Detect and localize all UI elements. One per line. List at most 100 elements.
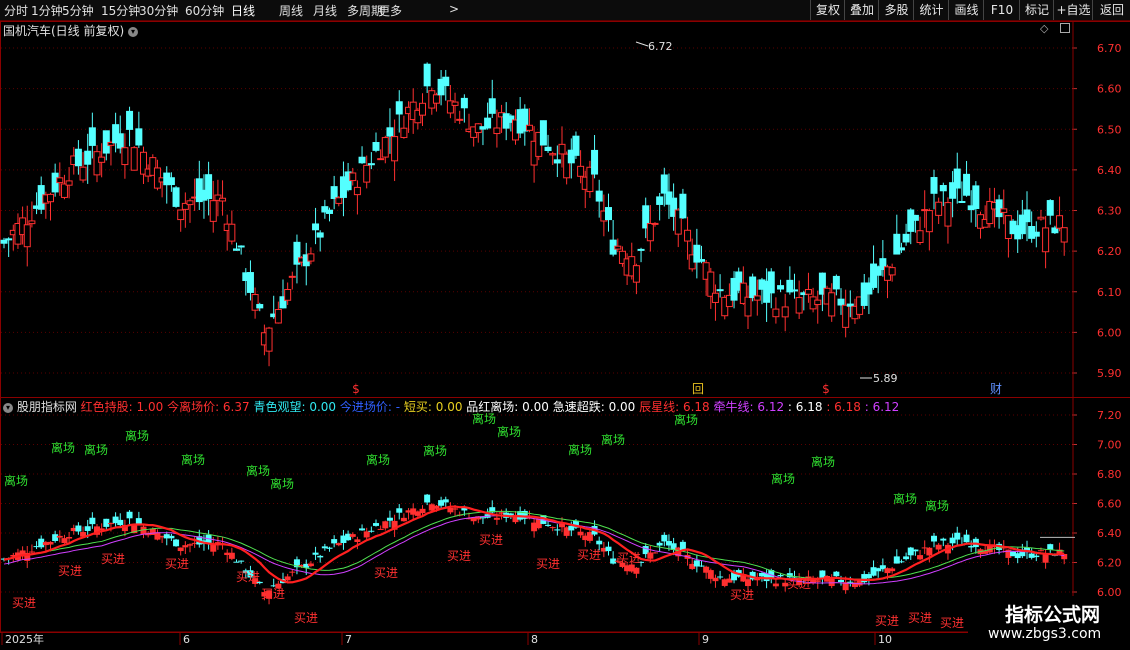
indicator-tick-label: 7.00 bbox=[1097, 439, 1122, 452]
sell-signal-label: 离场 bbox=[270, 476, 294, 491]
ind-candle-body bbox=[126, 511, 133, 519]
ind-candle-body bbox=[233, 561, 240, 563]
candle-body bbox=[679, 193, 687, 219]
buy-signal-label: 买进 bbox=[261, 587, 285, 601]
price-tick-label: 6.70 bbox=[1097, 42, 1122, 55]
candle-body bbox=[358, 156, 366, 164]
ind-candle-body bbox=[89, 517, 96, 525]
candle-body bbox=[209, 200, 217, 222]
candle-body bbox=[781, 306, 789, 318]
candle-body bbox=[256, 304, 264, 309]
candle-body bbox=[74, 148, 82, 167]
candle-body bbox=[791, 289, 798, 292]
candle-body bbox=[925, 210, 933, 233]
candle-body bbox=[442, 76, 450, 87]
ind-candle-body bbox=[363, 531, 370, 538]
sell-signal-label: 离场 bbox=[423, 443, 447, 458]
candle-body bbox=[5, 238, 13, 241]
candle-body bbox=[795, 297, 803, 314]
candle-body bbox=[591, 149, 599, 175]
sell-signal-label: 离场 bbox=[497, 424, 521, 439]
candle-body bbox=[47, 193, 54, 203]
ind-candle-body bbox=[903, 556, 910, 560]
candle-body bbox=[353, 186, 361, 196]
candle-body bbox=[814, 299, 822, 306]
ind-candle-body bbox=[833, 571, 840, 577]
buy-signal-label: 买进 bbox=[374, 566, 398, 580]
watermark: 指标公式网 www.zbgs3.com bbox=[968, 596, 1130, 650]
ind-candle-body bbox=[289, 571, 296, 573]
candle-body bbox=[553, 159, 561, 164]
candle-body bbox=[711, 292, 719, 303]
candle-body bbox=[186, 200, 194, 206]
ind-candle-body bbox=[382, 521, 389, 529]
candle-body bbox=[744, 296, 752, 317]
ind-candle-body bbox=[931, 535, 937, 542]
sell-signal-label: 离场 bbox=[674, 412, 698, 427]
ind-candle-body bbox=[84, 526, 91, 531]
candle-body bbox=[549, 153, 557, 156]
price-tick-label: 5.90 bbox=[1097, 367, 1122, 380]
ind-candle-body bbox=[912, 549, 919, 552]
ind-candle-body bbox=[814, 580, 821, 582]
candle-body bbox=[804, 289, 812, 295]
ind-candle-body bbox=[354, 539, 361, 542]
price-tick-label: 6.60 bbox=[1097, 83, 1122, 96]
candle-body bbox=[753, 295, 761, 301]
ind-candle-body bbox=[596, 540, 603, 545]
ind-candle-body bbox=[940, 538, 947, 541]
candle-body bbox=[614, 245, 622, 250]
candlestick-chart[interactable]: 6.70 6.60 6.50 6.40 6.30 6.20 6.10 6.00 5.90 7.20… bbox=[0, 0, 1130, 650]
candle-body bbox=[1023, 209, 1031, 223]
candle-body bbox=[307, 253, 315, 262]
sell-signal-label: 离场 bbox=[601, 432, 625, 447]
candle-body bbox=[1032, 231, 1040, 237]
candle-body bbox=[88, 127, 96, 146]
price-tick-label: 6.00 bbox=[1097, 326, 1122, 339]
ind-candle-body bbox=[107, 523, 114, 525]
candle-body bbox=[916, 230, 924, 243]
candle-body bbox=[228, 223, 236, 242]
candle-body bbox=[935, 201, 943, 216]
candle-body bbox=[395, 101, 403, 115]
buy-signal-label: 买进 bbox=[940, 616, 964, 630]
ind-candle-body bbox=[368, 530, 375, 532]
high-pointer bbox=[635, 41, 649, 47]
candle-body bbox=[23, 224, 31, 248]
ind-candle-body bbox=[331, 539, 338, 544]
sell-signal-label: 离场 bbox=[472, 411, 496, 426]
ind-candle-body bbox=[66, 537, 73, 539]
ind-candle-body bbox=[954, 532, 961, 540]
candle-body bbox=[1037, 216, 1045, 220]
ind-candle-body bbox=[605, 546, 612, 552]
candle-body bbox=[288, 275, 296, 278]
candle-body bbox=[367, 163, 375, 166]
indicator-tick-label: 6.20 bbox=[1097, 557, 1122, 570]
low-price-label: 5.89 bbox=[873, 372, 898, 385]
ind-candle-body bbox=[717, 576, 724, 578]
ind-candle-body bbox=[335, 543, 342, 546]
candle-body bbox=[126, 110, 134, 130]
sell-signal-label: 离场 bbox=[181, 452, 205, 467]
candle-body bbox=[377, 158, 385, 161]
indicator-tick-label: 7.20 bbox=[1097, 409, 1122, 422]
candle-body bbox=[177, 209, 185, 221]
date-label: 10 bbox=[878, 633, 892, 646]
candle-body bbox=[716, 289, 724, 292]
ind-candle-body bbox=[745, 579, 751, 587]
candle-body bbox=[995, 199, 1003, 218]
buy-signal-label: 买进 bbox=[577, 548, 601, 562]
candle-body bbox=[381, 137, 389, 158]
indicator-tick-label: 6.80 bbox=[1097, 468, 1122, 481]
candle-body bbox=[939, 185, 947, 192]
ind-candle-body bbox=[386, 517, 393, 521]
candle-body bbox=[577, 165, 585, 177]
ind-candle-body bbox=[400, 517, 407, 522]
ind-candle-body bbox=[1037, 550, 1044, 552]
ind-candle-body bbox=[396, 508, 403, 513]
ind-candle-body bbox=[56, 535, 63, 538]
event-marker-icon: $ bbox=[822, 382, 830, 396]
date-label: 6 bbox=[183, 633, 190, 646]
candle-body bbox=[637, 248, 645, 251]
sell-signal-label: 离场 bbox=[84, 442, 108, 457]
